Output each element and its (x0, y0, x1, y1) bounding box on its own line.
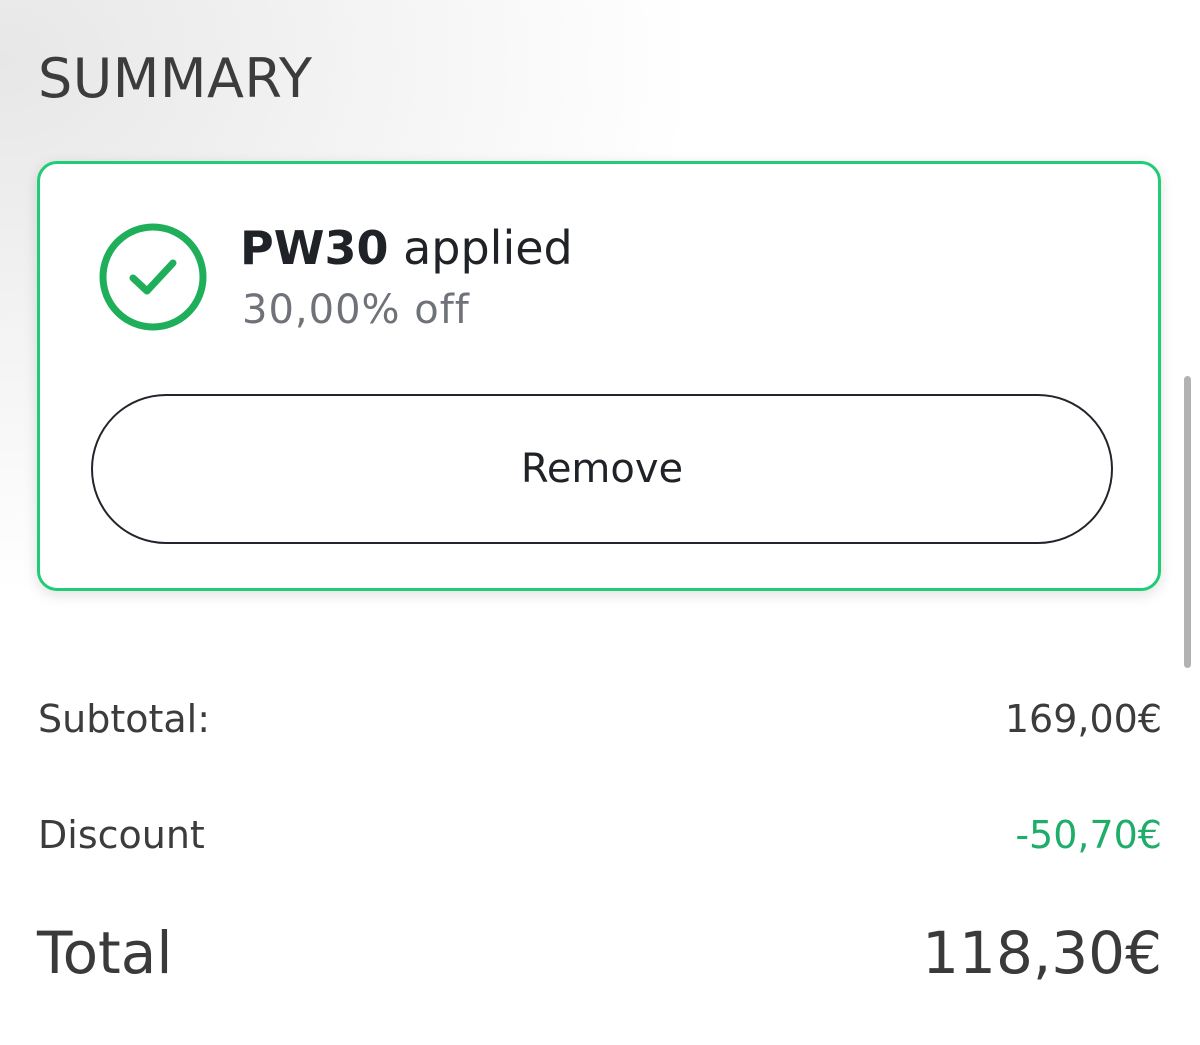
check-circle-icon (99, 223, 207, 331)
promo-code: PW30 (240, 221, 389, 275)
promo-applied-text: applied (403, 221, 573, 275)
promo-applied-card: PW30 applied 30,00% off Remove (37, 161, 1161, 591)
remove-promo-button[interactable]: Remove (91, 394, 1113, 544)
subtotal-label: Subtotal: (38, 697, 211, 741)
promo-status-line: PW30 applied (240, 218, 573, 278)
discount-value: -50,70€ (1015, 813, 1162, 857)
subtotal-value: 169,00€ (1004, 697, 1162, 741)
scrollbar-thumb[interactable] (1184, 376, 1191, 668)
summary-title: SUMMARY (38, 47, 313, 110)
total-value: 118,30€ (922, 919, 1162, 987)
discount-label: Discount (38, 813, 205, 857)
total-label: Total (37, 919, 173, 987)
promo-discount-text: 30,00% off (242, 287, 470, 333)
